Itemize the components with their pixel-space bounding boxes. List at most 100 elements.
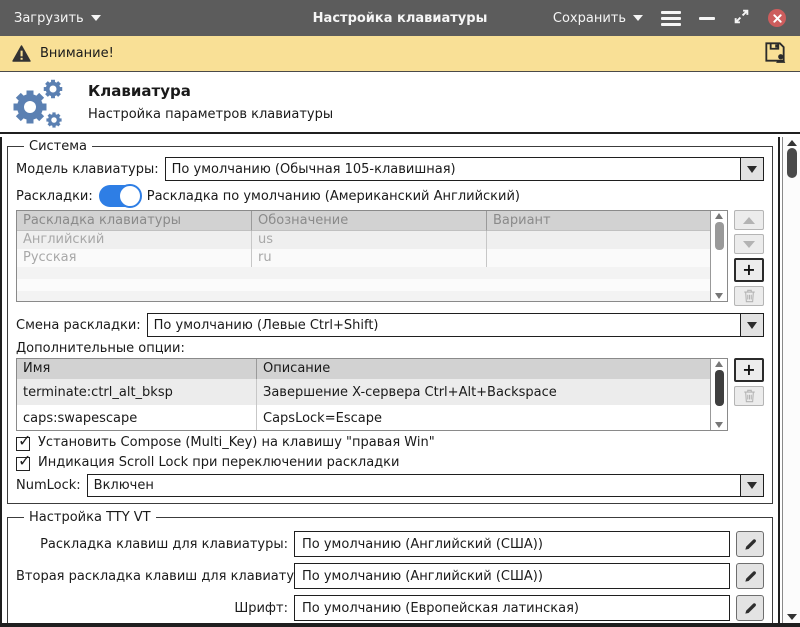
scrolllock-checkbox-label: Индикация Scroll Lock при переключении р…: [38, 455, 400, 470]
keyboard-model-label: Модель клавиатуры:: [16, 161, 159, 177]
column-header[interactable]: Обозначение: [252, 211, 487, 231]
pencil-icon: [744, 570, 756, 582]
arrow-up-icon: [743, 216, 755, 224]
scroll-down-icon[interactable]: [786, 614, 797, 620]
chevron-down-icon[interactable]: [740, 475, 763, 496]
option-name-cell: terminate:ctrl_alt_bksp: [17, 379, 257, 405]
code-cell: us: [252, 231, 487, 249]
layouts-table-wrap: Раскладка клавиатуры Обозначение Вариант…: [16, 210, 764, 306]
column-header[interactable]: Вариант: [487, 211, 710, 231]
table-row[interactable]: terminate:ctrl_alt_bksp Завершение X-сер…: [17, 379, 710, 405]
add-layout-button[interactable]: +: [734, 258, 764, 282]
layouts-table-header: Раскладка клавиатуры Обозначение Вариант: [17, 211, 710, 231]
edit-keymap-button[interactable]: [736, 531, 764, 557]
table-row[interactable]: caps:swapescape CapsLock=Escape: [17, 405, 710, 430]
tty-group: Настройка TTY VT Раскладка клавиш для кл…: [7, 510, 773, 623]
tty-keymap2-field[interactable]: По умолчанию (Английский (США)): [294, 563, 730, 589]
layouts-toggle-row: Раскладки: Раскладка по умолчанию (Амери…: [16, 184, 764, 208]
settings-panel: Система Модель клавиатуры: По умолчанию …: [0, 137, 780, 623]
warning-icon: [12, 45, 31, 62]
options-table-scrollbar[interactable]: [710, 359, 727, 430]
menu-icon[interactable]: [661, 10, 681, 26]
move-up-button[interactable]: [734, 210, 764, 230]
chevron-down-icon[interactable]: [740, 158, 763, 180]
tty-keymap-field[interactable]: По умолчанию (Английский (США)): [294, 531, 730, 557]
tty-keymap-label: Раскладка клавиш для клавиатуры:: [40, 536, 288, 552]
tty-keymap-row: Раскладка клавиш для клавиатуры: По умол…: [16, 531, 764, 557]
layouts-table: Раскладка клавиатуры Обозначение Вариант…: [16, 210, 728, 302]
option-name-cell: caps:swapescape: [17, 405, 257, 430]
layouts-table-scrollbar[interactable]: [710, 211, 727, 301]
column-header[interactable]: Имя: [17, 359, 257, 379]
checkbox-checked-icon[interactable]: ✓: [16, 451, 31, 471]
layout-switch-row: Смена раскладки: По умолчанию (Левые Ctr…: [16, 313, 764, 337]
scroll-up-icon[interactable]: [786, 140, 797, 146]
window-bottom-edge: [0, 623, 800, 627]
save-to-user-button[interactable]: [762, 39, 788, 69]
close-icon: [772, 13, 782, 23]
trash-icon: [743, 389, 755, 403]
default-layout-toggle[interactable]: [98, 184, 142, 208]
keyboard-settings-window: Загрузить Настройка клавиатуры Сохранить: [0, 0, 800, 627]
edit-font-button[interactable]: [736, 595, 764, 621]
option-description-cell: Завершение X-сервера Ctrl+Alt+Backspace: [263, 384, 557, 400]
tty-font-row: Шрифт: По умолчанию (Европейская латинск…: [16, 595, 764, 621]
edit-keymap2-button[interactable]: [736, 563, 764, 589]
scrollbar-thumb[interactable]: [786, 148, 797, 178]
page-header: Клавиатура Настройка параметров клавиату…: [0, 72, 800, 134]
scrolllock-checkbox-row[interactable]: ✓ Индикация Scroll Lock при переключении…: [16, 451, 764, 471]
system-group: Система Модель клавиатуры: По умолчанию …: [7, 139, 773, 504]
tty-group-legend: Настройка TTY VT: [29, 510, 151, 525]
column-header[interactable]: Описание: [257, 359, 710, 379]
chevron-down-icon[interactable]: [740, 314, 763, 336]
delete-option-button[interactable]: [734, 386, 764, 406]
keyboard-model-select[interactable]: По умолчанию (Обычная 105-клавишная): [164, 157, 764, 181]
extra-options-label: Дополнительные опции:: [16, 341, 185, 356]
titlebar-actions: Сохранить: [553, 8, 786, 29]
minimize-button[interactable]: [699, 16, 715, 20]
column-header[interactable]: Раскладка клавиатуры: [17, 211, 252, 231]
checkbox-checked-icon[interactable]: ✓: [16, 431, 31, 451]
variant-cell: [487, 231, 710, 249]
titlebar: Загрузить Настройка клавиатуры Сохранить: [0, 0, 800, 36]
options-table-header: Имя Описание: [17, 359, 710, 379]
layouts-table-buttons: +: [734, 210, 764, 306]
delete-layout-button[interactable]: [734, 286, 764, 306]
table-row[interactable]: Английский us: [17, 231, 710, 249]
maximize-button[interactable]: [733, 8, 750, 29]
check-icon: ✓: [18, 451, 32, 470]
toggle-knob: [117, 184, 142, 208]
numlock-select[interactable]: Включен: [86, 474, 764, 497]
scroll-down-icon[interactable]: [715, 293, 723, 299]
close-button[interactable]: [768, 9, 786, 27]
layout-switch-value: По умолчанию (Левые Ctrl+Shift): [153, 317, 379, 333]
save-menu-button[interactable]: Сохранить: [553, 11, 643, 26]
add-option-button[interactable]: +: [734, 358, 764, 382]
pencil-icon: [744, 538, 756, 550]
scroll-down-icon[interactable]: [715, 422, 723, 428]
table-row[interactable]: Русская ru: [17, 249, 710, 267]
save-menu-label: Сохранить: [552, 10, 626, 26]
keyboard-model-row: Модель клавиатуры: По умолчанию (Обычная…: [16, 157, 764, 181]
load-menu-label: Загрузить: [14, 10, 84, 26]
compose-checkbox-row[interactable]: ✓ Установить Compose (Multi_Key) на клав…: [16, 431, 764, 451]
layout-cell: Английский: [17, 231, 252, 249]
tty-keymap2-label: Вторая раскладка клавиш для клавиатуры:: [16, 568, 317, 584]
chevron-down-icon: [633, 15, 643, 21]
options-table-wrap: Имя Описание terminate:ctrl_alt_bksp Зав…: [16, 358, 764, 431]
load-menu-button[interactable]: Загрузить: [14, 11, 101, 26]
compose-checkbox-label: Установить Compose (Multi_Key) на клавиш…: [38, 435, 435, 450]
scroll-up-icon[interactable]: [715, 213, 723, 219]
variant-cell: [487, 249, 710, 267]
move-down-button[interactable]: [734, 234, 764, 254]
tty-font-field[interactable]: По умолчанию (Европейская латинская): [294, 595, 730, 621]
layout-switch-select[interactable]: По умолчанию (Левые Ctrl+Shift): [146, 313, 764, 337]
main-scrollbar[interactable]: [782, 137, 800, 623]
numlock-value: Включен: [93, 478, 154, 493]
scroll-up-icon[interactable]: [715, 361, 723, 367]
chevron-down-icon: [90, 15, 101, 21]
scrollbar-thumb[interactable]: [714, 370, 724, 406]
tty-keymap2-row: Вторая раскладка клавиш для клавиатуры: …: [16, 563, 764, 589]
floppy-user-icon: [765, 41, 786, 63]
scrollbar-thumb[interactable]: [714, 222, 724, 250]
